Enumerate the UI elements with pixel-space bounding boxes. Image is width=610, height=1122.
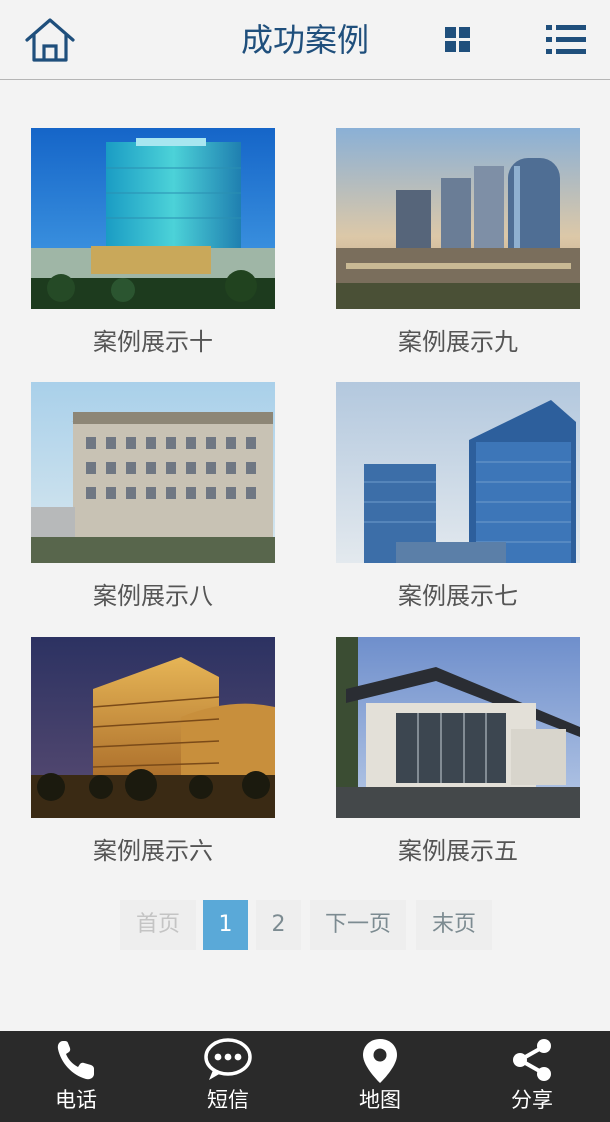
page-link-1[interactable]: 1 bbox=[203, 900, 248, 950]
nav-sms[interactable]: 短信 bbox=[152, 1031, 304, 1122]
grid-icon bbox=[445, 27, 470, 52]
case-image-modern-pavilion[interactable] bbox=[336, 637, 580, 818]
case-card[interactable]: 案例展示六 bbox=[31, 637, 275, 877]
nav-label: 短信 bbox=[207, 1088, 249, 1112]
case-card[interactable]: 案例展示九 bbox=[336, 128, 580, 368]
pagination: 首页 1 2 下一页 末页 bbox=[0, 900, 610, 950]
phone-icon bbox=[57, 1041, 94, 1080]
last-page-link[interactable]: 末页 bbox=[416, 900, 492, 950]
case-card[interactable]: 案例展示八 bbox=[31, 382, 275, 622]
message-icon bbox=[204, 1038, 252, 1080]
case-caption[interactable]: 案例展示八 bbox=[31, 580, 275, 612]
case-card[interactable]: 案例展示七 bbox=[336, 382, 580, 622]
next-page-link[interactable]: 下一页 bbox=[310, 900, 406, 950]
case-caption[interactable]: 案例展示五 bbox=[336, 835, 580, 867]
page-link-2[interactable]: 2 bbox=[256, 900, 301, 950]
case-caption[interactable]: 案例展示九 bbox=[336, 326, 580, 358]
case-caption[interactable]: 案例展示七 bbox=[336, 580, 580, 612]
nav-label: 电话 bbox=[55, 1088, 97, 1112]
case-card[interactable]: 案例展示十 bbox=[31, 128, 275, 368]
case-image-golden-hotel-night[interactable] bbox=[31, 637, 275, 818]
top-header: 成功案例 bbox=[0, 0, 610, 80]
list-icon bbox=[546, 25, 586, 54]
first-page-link[interactable]: 首页 bbox=[120, 900, 196, 950]
menu-button[interactable] bbox=[544, 22, 588, 58]
case-image-office-hotel[interactable] bbox=[31, 382, 275, 563]
case-image-twin-glass-towers[interactable] bbox=[336, 382, 580, 563]
nav-label: 地图 bbox=[359, 1088, 401, 1112]
share-icon bbox=[513, 1039, 551, 1081]
bottom-nav: 电话 短信 地图 分享 bbox=[0, 1031, 610, 1122]
nav-map[interactable]: 地图 bbox=[304, 1031, 456, 1122]
nav-share[interactable]: 分享 bbox=[456, 1031, 608, 1122]
case-image-hotel-blue-tower[interactable] bbox=[31, 128, 275, 309]
case-caption[interactable]: 案例展示六 bbox=[31, 835, 275, 867]
case-caption[interactable]: 案例展示十 bbox=[31, 326, 275, 358]
grid-view-button[interactable] bbox=[444, 26, 472, 54]
nav-label: 分享 bbox=[511, 1088, 553, 1112]
page-title: 成功案例 bbox=[240, 21, 369, 59]
nav-phone[interactable]: 电话 bbox=[0, 1031, 152, 1122]
case-card[interactable]: 案例展示五 bbox=[336, 637, 580, 877]
case-image-city-towers[interactable] bbox=[336, 128, 580, 309]
map-pin-icon bbox=[363, 1039, 397, 1083]
